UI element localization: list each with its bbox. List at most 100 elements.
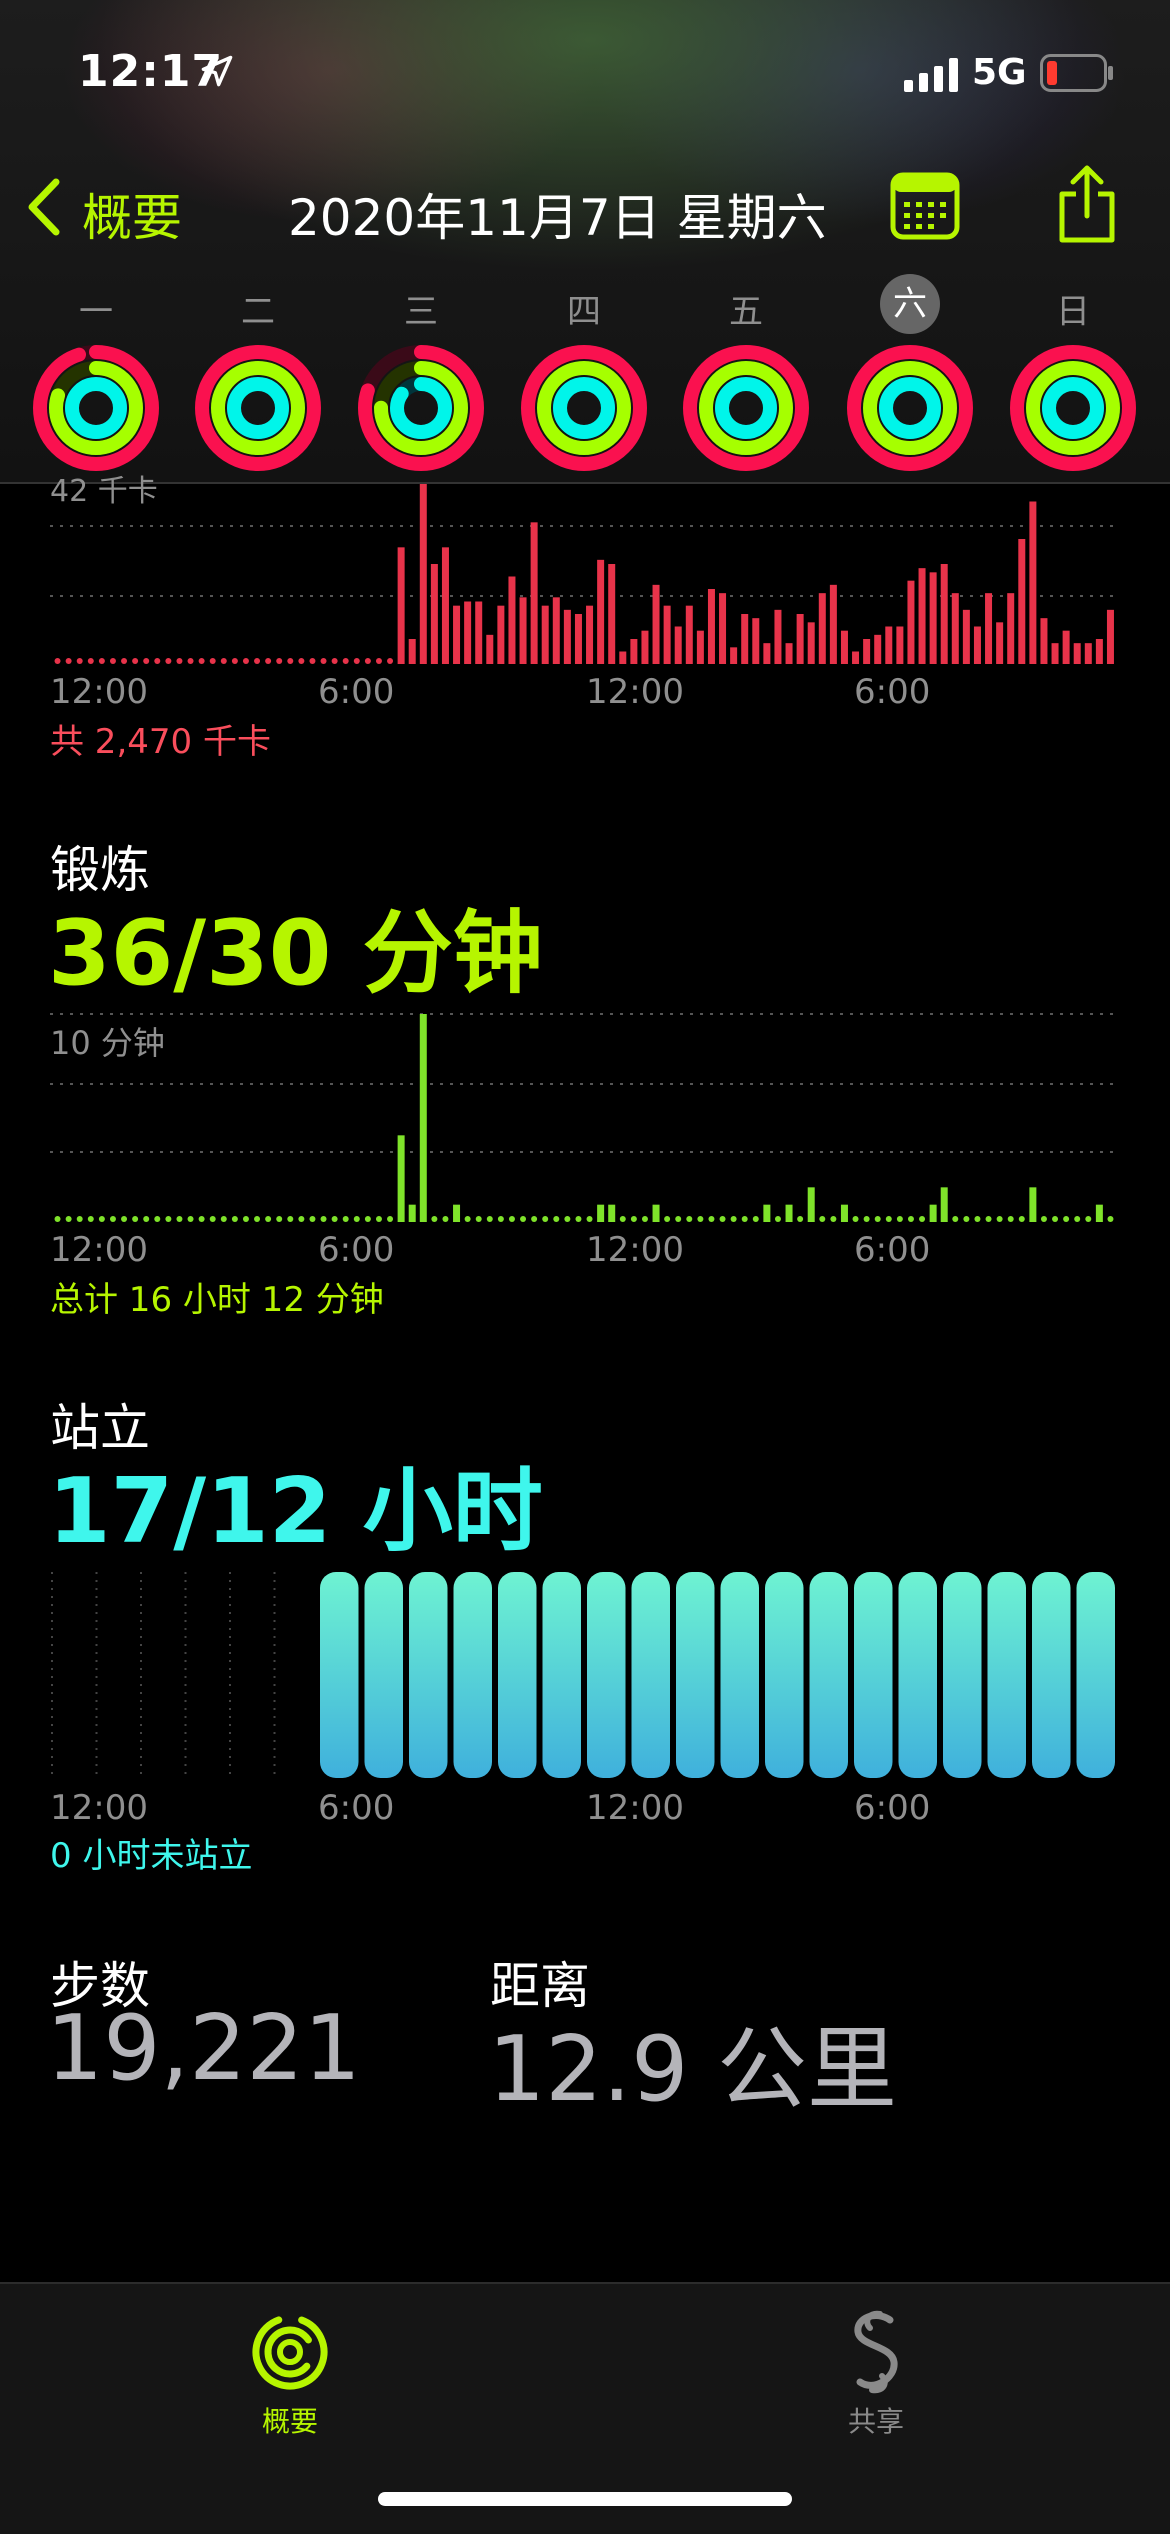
chart-bar <box>453 1204 461 1222</box>
chart-bar <box>242 1216 249 1222</box>
chart-bar <box>685 605 693 664</box>
chart-bar <box>952 1216 959 1222</box>
chart-bar <box>1007 593 1015 664</box>
chart-bar <box>553 1216 560 1222</box>
network-type: 5G <box>972 52 1027 93</box>
chart-bar <box>231 658 238 664</box>
chart-bar <box>320 1216 327 1222</box>
chart-bar <box>408 1204 416 1222</box>
tick-label: 12:00 <box>50 672 148 712</box>
chart-bar <box>76 658 83 664</box>
tab-summary[interactable]: 概要 <box>190 2298 390 2448</box>
tick-label: 6:00 <box>318 1230 395 1270</box>
chart-bar <box>187 1216 194 1222</box>
chart-bar <box>652 1204 660 1222</box>
chart-bar <box>109 658 116 664</box>
calendar-icon[interactable] <box>890 172 960 240</box>
chart-bar <box>309 1216 316 1222</box>
activity-ring-6[interactable] <box>846 344 974 472</box>
activity-ring-2[interactable] <box>194 344 322 472</box>
chart-bar <box>276 658 283 664</box>
chart-bar <box>996 622 1004 664</box>
chart-bar <box>652 584 660 664</box>
stand-hour-bar <box>409 1572 448 1778</box>
chart-bar <box>176 658 183 664</box>
activity-ring-3[interactable] <box>357 344 485 472</box>
chart-bar <box>619 1216 626 1222</box>
day-label-3[interactable]: 三 <box>386 284 456 333</box>
page-title: 2020年11月7日 星期六 <box>288 189 827 247</box>
chart-bar <box>309 658 316 664</box>
chart-bar <box>1095 639 1103 664</box>
chart-bar <box>1107 1216 1114 1222</box>
chart-bar <box>353 658 360 664</box>
stand-chart <box>51 1572 1115 1778</box>
chart-bar <box>475 1216 482 1222</box>
stand-hour-bar <box>1032 1572 1071 1778</box>
chart-bar <box>1084 643 1092 664</box>
day-label-4[interactable]: 四 <box>549 284 619 333</box>
chart-bar <box>397 547 405 664</box>
chart-bar <box>364 658 371 664</box>
chart-bar <box>741 614 749 664</box>
chart-bar <box>165 658 172 664</box>
chart-bar <box>885 626 893 664</box>
chart-bar <box>508 576 516 664</box>
battery-low-icon <box>1040 54 1113 92</box>
back-chevron-icon[interactable] <box>22 176 64 238</box>
chart-bar <box>929 1204 937 1222</box>
chart-bar <box>165 1216 172 1222</box>
day-label-7[interactable]: 日 <box>1038 284 1108 333</box>
exercise-chart <box>50 1013 1120 1222</box>
chart-bar <box>76 1216 83 1222</box>
day-label-2[interactable]: 二 <box>223 284 293 333</box>
activity-ring-4[interactable] <box>520 344 648 472</box>
chart-bar <box>929 572 937 664</box>
chart-bar <box>1074 1216 1081 1222</box>
activity-ring-5[interactable] <box>682 344 810 472</box>
chart-bar <box>907 1216 914 1222</box>
distance-value: 12.9 公里 <box>488 2017 897 2122</box>
chart-bar <box>508 1216 515 1222</box>
day-label-6[interactable]: 六 <box>880 274 940 334</box>
chart-bar <box>829 584 837 664</box>
move-chart <box>50 484 1120 664</box>
chart-bar <box>608 564 616 664</box>
chart-bar <box>387 658 394 664</box>
chart-bar <box>497 1216 504 1222</box>
chart-bar <box>674 626 682 664</box>
chart-bar <box>752 1216 759 1222</box>
day-label-1[interactable]: 一 <box>61 284 131 333</box>
chart-bar <box>265 658 272 664</box>
chart-bar <box>641 1216 648 1222</box>
stand-hour-bar <box>453 1572 492 1778</box>
activity-ring-1[interactable] <box>32 344 160 472</box>
stand-hour-bar <box>1076 1572 1115 1778</box>
chart-bar <box>663 605 671 664</box>
back-button[interactable]: 概要 <box>82 178 182 250</box>
chart-bar <box>98 658 105 664</box>
chart-bar <box>408 639 416 664</box>
chart-bar <box>298 658 305 664</box>
chart-bar <box>774 1216 781 1222</box>
chart-bar <box>364 1216 371 1222</box>
tab-sharing[interactable]: 共享 <box>776 2298 976 2448</box>
chart-bar <box>486 634 494 664</box>
chart-bar <box>719 593 727 664</box>
chart-bar <box>121 658 128 664</box>
share-icon[interactable] <box>1054 164 1120 244</box>
chart-bar <box>630 1216 637 1222</box>
stand-hour-bar <box>320 1572 359 1778</box>
chart-bar <box>209 658 216 664</box>
chart-bar <box>287 1216 294 1222</box>
chart-bar <box>1051 643 1059 664</box>
chart-bar <box>198 658 205 664</box>
activity-ring-7[interactable] <box>1009 344 1137 472</box>
day-label-5[interactable]: 五 <box>711 284 781 333</box>
tick-label: 12:00 <box>586 1788 684 1828</box>
chart-bar <box>65 658 72 664</box>
chart-bar <box>143 658 150 664</box>
chart-bar <box>375 1216 382 1222</box>
ring-arc <box>715 377 777 439</box>
chart-bar <box>951 593 959 664</box>
